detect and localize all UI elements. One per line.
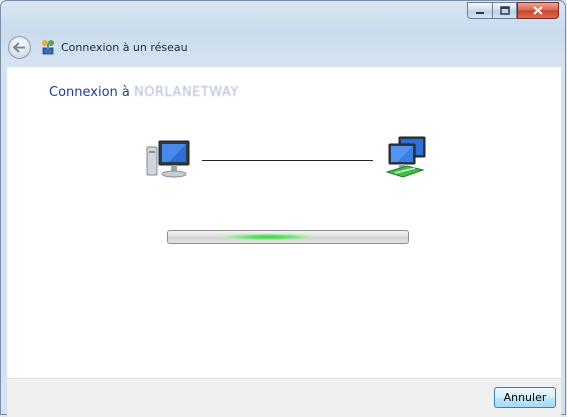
cancel-button[interactable]: Annuler	[494, 387, 556, 408]
button-bar: Annuler	[7, 378, 561, 417]
navigation-bar: Connexion à un réseau	[8, 35, 188, 59]
connection-progress-bar	[167, 230, 409, 244]
maximize-button[interactable]	[492, 2, 517, 19]
content-pane: Connexion à NORLANETWAY	[7, 67, 561, 378]
computer-icon	[146, 140, 190, 178]
network-computers-icon	[385, 136, 426, 178]
close-button[interactable]	[517, 2, 559, 19]
minimize-button[interactable]	[467, 2, 492, 19]
maximize-icon	[499, 6, 510, 15]
minimize-icon	[476, 11, 484, 14]
page-heading: Connexion à NORLANETWAY	[49, 85, 239, 100]
close-icon	[533, 6, 543, 15]
heading-prefix: Connexion à	[49, 85, 130, 100]
connection-line	[202, 160, 373, 161]
back-arrow-icon	[13, 41, 25, 53]
progress-marquee	[213, 233, 323, 241]
caption-buttons	[467, 2, 559, 19]
wizard-window: Connexion à un réseau Connexion à NORLAN…	[0, 0, 566, 417]
window-title: Connexion à un réseau	[61, 40, 188, 54]
back-button[interactable]	[8, 35, 31, 59]
network-connect-icon	[42, 40, 54, 55]
network-name: NORLANETWAY	[134, 85, 239, 100]
